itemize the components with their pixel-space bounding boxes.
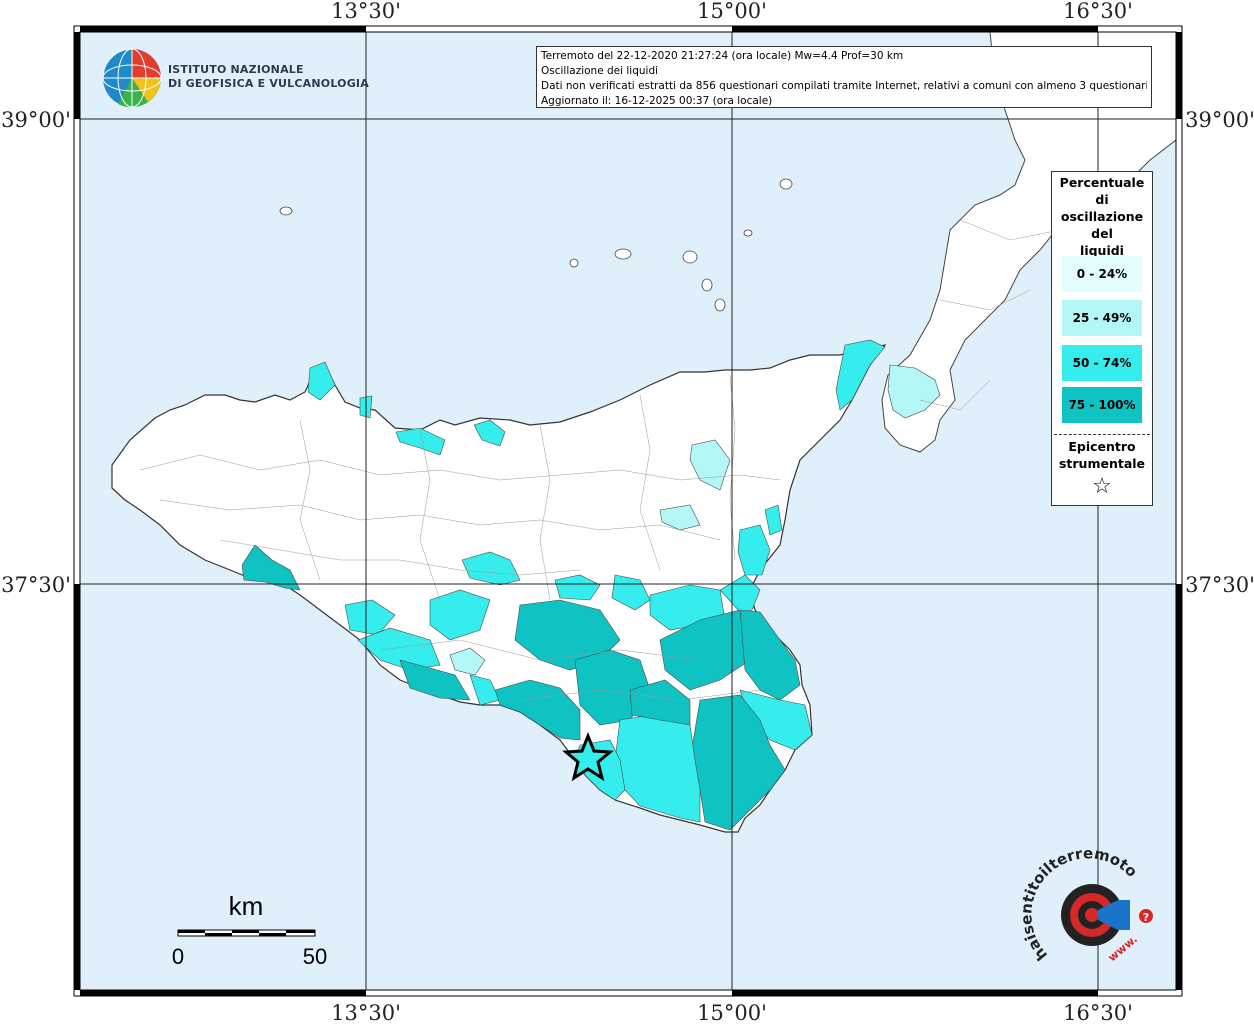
coord-left-2: 37°30' — [1, 573, 71, 597]
legend-title-line: di — [1095, 192, 1109, 207]
legend-epicenter-star-icon: ☆ — [1092, 474, 1112, 499]
svg-text:?: ? — [1143, 911, 1149, 924]
legend-separator — [1054, 434, 1150, 435]
legend-title-line: Percentuale — [1059, 175, 1145, 190]
coord-left-1: 39°00' — [1, 108, 71, 132]
intensity-map: 13°30' 15°00' 16°30' 13°30' 15°00' 16°30… — [0, 0, 1254, 1024]
data-note: Dati non verificati estratti da 856 ques… — [541, 80, 1147, 92]
ingv-name: ISTITUTO NAZIONALE DI GEOFISICA E VULCAN… — [168, 63, 369, 91]
coord-right-1: 39°00' — [1185, 108, 1254, 132]
scale-end: 50 — [303, 944, 327, 969]
coord-top-2: 15°00' — [697, 0, 767, 23]
legend-item-25-49: 25 - 49% — [1062, 300, 1142, 336]
coord-top-1: 13°30' — [331, 0, 401, 23]
update-timestamp: Aggiornato il: 16-12-2025 00:37 (ora loc… — [541, 95, 773, 107]
legend-epicenter-label: Epicentro strumentale — [1052, 438, 1152, 472]
legend-item-50-74: 50 - 74% — [1062, 345, 1142, 381]
legend-epicenter-line: Epicentro — [1068, 439, 1136, 454]
legend: Percentuale di oscillazione del liquidi … — [1051, 171, 1153, 506]
scale-start: 0 — [172, 944, 184, 969]
legend-item-75-100: 75 - 100% — [1062, 387, 1142, 423]
coord-bottom-2: 15°00' — [697, 1001, 767, 1024]
ingv-logo — [102, 48, 162, 108]
map-parameter: Oscillazione dei liquidi — [541, 65, 659, 77]
legend-title-line: del — [1091, 226, 1113, 241]
event-info-box: Terremoto del 22-12-2020 21:27:24 (ora l… — [536, 46, 1152, 108]
scale-unit: km — [229, 891, 264, 921]
ingv-name-line1: ISTITUTO NAZIONALE — [168, 63, 304, 76]
legend-title: Percentuale di oscillazione del liquidi — [1052, 174, 1152, 259]
legend-item-0-24: 0 - 24% — [1062, 256, 1142, 292]
coord-bottom-3: 16°30' — [1063, 1001, 1133, 1024]
coord-right-2: 37°30' — [1185, 573, 1254, 597]
event-title: Terremoto del 22-12-2020 21:27:24 (ora l… — [541, 50, 904, 62]
coord-top-3: 16°30' — [1063, 0, 1133, 23]
legend-epicenter-line: strumentale — [1058, 456, 1146, 471]
legend-title-line: oscillazione — [1060, 209, 1144, 224]
coord-bottom-1: 13°30' — [331, 1001, 401, 1024]
ingv-name-line2: DI GEOFISICA E VULCANOLOGIA — [168, 77, 369, 90]
